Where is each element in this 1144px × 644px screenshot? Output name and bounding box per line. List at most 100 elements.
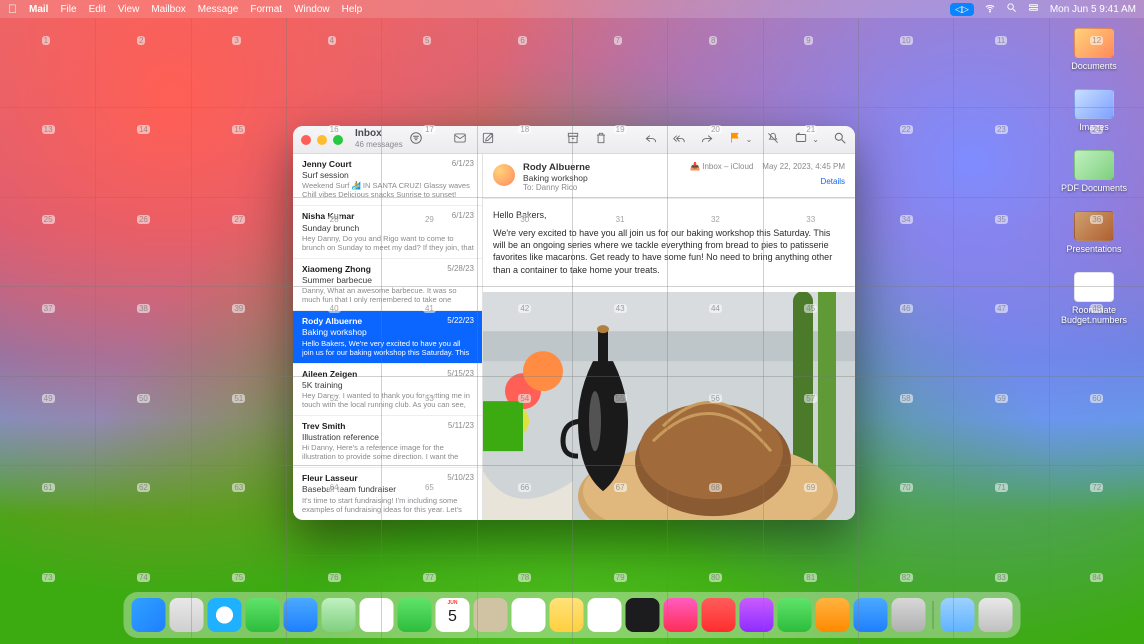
- desktop-icon[interactable]: Images: [1054, 89, 1134, 132]
- menu-format[interactable]: Format: [250, 4, 282, 15]
- menu-file[interactable]: File: [60, 4, 76, 15]
- menu-view[interactable]: View: [118, 4, 140, 15]
- message-list-item[interactable]: Xiaomeng Zhong5/28/23 Summer barbecue Da…: [293, 259, 482, 311]
- forward-icon[interactable]: [700, 131, 714, 148]
- reply-all-icon[interactable]: [672, 131, 686, 148]
- menu-mailbox[interactable]: Mailbox: [151, 4, 185, 15]
- menu-window[interactable]: Window: [294, 4, 330, 15]
- desktop-icon[interactable]: Roommate Budget.numbers: [1054, 272, 1134, 325]
- message-list-item[interactable]: Trev Smith5/11/23 Illustration reference…: [293, 416, 482, 468]
- dock-app-facetime[interactable]: [398, 598, 432, 632]
- screen-share-status-icon[interactable]: ◁▷: [950, 3, 974, 16]
- list-sender: Xiaomeng Zhong: [302, 264, 371, 274]
- flag-icon[interactable]: [728, 131, 742, 148]
- desktop-icons-stack: Documents Images PDF Documents Presentation…: [1054, 28, 1134, 325]
- dock-app-launchpad[interactable]: [170, 598, 204, 632]
- dock-app-podcasts[interactable]: [740, 598, 774, 632]
- dock-app-finder[interactable]: [132, 598, 166, 632]
- message-list-item[interactable]: Nisha Kumar6/1/23 Sunday brunch Hey Dann…: [293, 206, 482, 258]
- menubar-clock[interactable]: Mon Jun 5 9:41 AM: [1050, 4, 1136, 15]
- list-sender: Aileen Zeigen: [302, 369, 357, 379]
- desktop-icon[interactable]: PDF Documents: [1054, 150, 1134, 193]
- reply-icon[interactable]: [644, 131, 658, 148]
- move-icon[interactable]: [794, 131, 808, 148]
- message-list-item[interactable]: Jenny Court6/1/23 Surf session Weekend S…: [293, 154, 482, 206]
- grid-cell-number: 34: [900, 215, 913, 224]
- grid-cell-number: 82: [900, 573, 913, 582]
- details-link[interactable]: Details: [690, 177, 845, 186]
- dock-app-maps[interactable]: [322, 598, 356, 632]
- dock-app-numbers[interactable]: [778, 598, 812, 632]
- grid-cell-number: 10: [900, 36, 913, 45]
- grid-cell-number: 5: [423, 36, 431, 45]
- grid-cell-number: 13: [42, 125, 55, 134]
- header-timestamp: May 22, 2023, 4:45 PM: [762, 162, 845, 171]
- mute-icon[interactable]: [766, 131, 780, 148]
- dock-app-reminders[interactable]: [512, 598, 546, 632]
- message-list[interactable]: Jenny Court6/1/23 Surf session Weekend S…: [293, 154, 483, 520]
- grid-cell-number: 71: [995, 483, 1008, 492]
- dock-app-tv[interactable]: [626, 598, 660, 632]
- list-preview: Hello Bakers, We're very excited to have…: [302, 339, 474, 357]
- search-icon[interactable]: [833, 131, 847, 148]
- desktop-icon-label: Presentations: [1066, 244, 1121, 254]
- archive-icon[interactable]: [566, 131, 580, 148]
- dock-app-pages[interactable]: [816, 598, 850, 632]
- dock-app-safari[interactable]: [208, 598, 242, 632]
- list-subject: Surf session: [302, 170, 474, 180]
- dock-app-freeform[interactable]: [588, 598, 622, 632]
- window-titlebar[interactable]: Inbox 46 messages ⌄: [293, 126, 855, 154]
- apple-menu-icon[interactable]: : [8, 2, 17, 16]
- dock-app-messages[interactable]: [246, 598, 280, 632]
- grid-cell-number: 80: [709, 573, 722, 582]
- grid-cell-number: 1: [42, 36, 50, 45]
- window-zoom-button[interactable]: [333, 135, 343, 145]
- folder-icon: [1074, 150, 1114, 180]
- window-minimize-button[interactable]: [317, 135, 327, 145]
- dock-app-music[interactable]: [664, 598, 698, 632]
- dock-app-downloads[interactable]: [941, 598, 975, 632]
- dock-app-appstore[interactable]: [854, 598, 888, 632]
- wifi-icon[interactable]: [984, 2, 996, 17]
- desktop-icon[interactable]: Documents: [1054, 28, 1134, 71]
- dock-app-photos[interactable]: [360, 598, 394, 632]
- dock-app-contacts[interactable]: [474, 598, 508, 632]
- window-close-button[interactable]: [301, 135, 311, 145]
- filter-icon[interactable]: [409, 131, 423, 148]
- message-list-item[interactable]: Fleur Lasseur5/10/23 Baseball team fundr…: [293, 468, 482, 520]
- grid-cell-number: 2: [137, 36, 145, 45]
- trash-icon[interactable]: [594, 131, 608, 148]
- list-date: 6/1/23: [452, 211, 474, 221]
- grid-cell-number: 61: [42, 483, 55, 492]
- compose-icon[interactable]: [481, 131, 495, 148]
- message-list-item[interactable]: Rody Albuerne5/22/23 Baking workshop Hel…: [293, 311, 482, 363]
- junk-icon[interactable]: [453, 131, 467, 148]
- desktop-icon[interactable]: Presentations: [1054, 211, 1134, 254]
- control-center-icon[interactable]: [1027, 2, 1040, 16]
- menu-help[interactable]: Help: [342, 4, 363, 15]
- dock-app-mail[interactable]: [284, 598, 318, 632]
- chevron-down-icon[interactable]: ⌄: [812, 135, 819, 144]
- dock-app-notes[interactable]: [550, 598, 584, 632]
- menu-edit[interactable]: Edit: [89, 4, 106, 15]
- grid-cell-number: 73: [42, 573, 55, 582]
- dock-app-news[interactable]: [702, 598, 736, 632]
- list-subject: Baking workshop: [302, 327, 474, 337]
- header-subject: Baking workshop: [523, 173, 682, 183]
- grid-cell-number: 51: [232, 394, 245, 403]
- toolbar-icons-right: ⌄ ⌄: [566, 131, 847, 148]
- grid-cell-number: 3: [232, 36, 240, 45]
- dock-app-settings[interactable]: [892, 598, 926, 632]
- message-body: Hello Bakers, We're very excited to have…: [483, 199, 855, 292]
- chevron-down-icon[interactable]: ⌄: [746, 135, 753, 144]
- message-list-item[interactable]: Aileen Zeigen5/15/23 5K training Hey Dan…: [293, 364, 482, 416]
- dock-app-calendar[interactable]: [436, 598, 470, 632]
- spotlight-icon[interactable]: [1006, 2, 1017, 16]
- dock-app-trash[interactable]: [979, 598, 1013, 632]
- menu-message[interactable]: Message: [198, 4, 239, 15]
- desktop-icon-label: Images: [1079, 122, 1109, 132]
- list-subject: Illustration reference: [302, 432, 474, 442]
- grid-cell-number: 78: [518, 573, 531, 582]
- list-sender: Fleur Lasseur: [302, 473, 358, 483]
- menubar-app-name[interactable]: Mail: [29, 4, 48, 15]
